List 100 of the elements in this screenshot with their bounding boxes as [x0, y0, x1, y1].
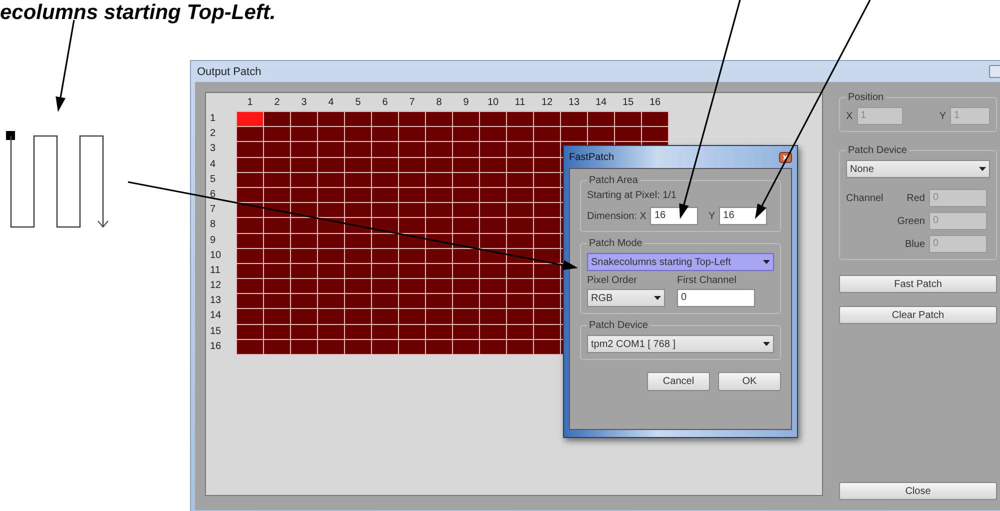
grid-cell[interactable] [399, 188, 425, 202]
grid-cell[interactable] [372, 234, 398, 248]
grid-cell[interactable] [237, 234, 263, 248]
grid-cell[interactable] [453, 142, 479, 157]
grid-cell[interactable] [345, 309, 371, 324]
grid-cell[interactable] [318, 248, 344, 263]
grid-cell[interactable] [291, 248, 317, 263]
grid-cell[interactable] [507, 309, 533, 324]
grid-cell[interactable] [291, 309, 317, 324]
grid-cell[interactable] [264, 324, 290, 339]
grid-cell[interactable] [426, 248, 452, 263]
pixel-order-dropdown[interactable]: RGB [587, 289, 665, 307]
grid-cell[interactable] [372, 248, 398, 263]
grid-cell[interactable] [345, 203, 371, 218]
grid-cell[interactable] [426, 203, 452, 218]
grid-cell[interactable] [426, 294, 452, 308]
grid-cell[interactable] [534, 294, 560, 308]
text-field[interactable]: 16 [650, 207, 698, 225]
grid-cell[interactable] [642, 127, 668, 142]
grid-cell[interactable] [480, 172, 506, 187]
grid-cell[interactable] [237, 142, 263, 157]
grid-cell[interactable] [615, 127, 641, 142]
grid-cell[interactable] [291, 279, 317, 294]
grid-cell[interactable] [237, 218, 263, 232]
grid-cell[interactable] [264, 264, 290, 278]
grid-cell[interactable] [372, 309, 398, 324]
grid-cell[interactable] [534, 324, 560, 339]
grid-cell[interactable] [480, 142, 506, 157]
grid-cell[interactable] [291, 203, 317, 218]
grid-cell[interactable] [399, 218, 425, 232]
action-button[interactable]: Clear Patch [839, 306, 997, 324]
grid-cell[interactable] [372, 142, 398, 157]
grid-cell[interactable] [399, 112, 425, 126]
grid-cell[interactable] [264, 142, 290, 157]
grid-cell[interactable] [480, 188, 506, 202]
grid-cell[interactable] [345, 248, 371, 263]
grid-cell[interactable] [264, 248, 290, 263]
grid-cell[interactable] [507, 188, 533, 202]
grid-cell[interactable] [453, 309, 479, 324]
grid-cell[interactable] [291, 112, 317, 126]
grid-cell[interactable] [588, 112, 614, 126]
grid-cell[interactable] [399, 158, 425, 172]
grid-cell[interactable] [426, 340, 452, 354]
grid-cell[interactable] [480, 234, 506, 248]
grid-cell[interactable] [318, 340, 344, 354]
grid-cell[interactable] [372, 112, 398, 126]
grid-cell[interactable] [534, 309, 560, 324]
grid-cell[interactable] [318, 158, 344, 172]
grid-cell[interactable] [318, 279, 344, 294]
grid-cell[interactable] [318, 188, 344, 202]
grid-cell[interactable] [453, 340, 479, 354]
grid-cell[interactable] [588, 127, 614, 142]
grid-cell[interactable] [291, 142, 317, 157]
grid-cell[interactable] [426, 142, 452, 157]
grid-cell[interactable] [480, 218, 506, 232]
grid-cell[interactable] [399, 340, 425, 354]
grid-cell[interactable] [480, 294, 506, 308]
grid-cell[interactable] [237, 172, 263, 187]
grid-cell[interactable] [318, 203, 344, 218]
grid-cell[interactable] [453, 248, 479, 263]
grid-cell[interactable] [264, 172, 290, 187]
grid-cell[interactable] [264, 188, 290, 202]
grid-cell[interactable] [399, 309, 425, 324]
text-field[interactable]: 16 [719, 207, 768, 225]
grid-cell[interactable] [426, 172, 452, 187]
grid-cell[interactable] [318, 127, 344, 142]
grid-cell[interactable] [318, 142, 344, 157]
grid-cell[interactable] [507, 340, 533, 354]
grid-cell[interactable] [507, 279, 533, 294]
grid-cell[interactable] [480, 309, 506, 324]
grid-cell[interactable] [372, 172, 398, 187]
grid-cell[interactable] [426, 264, 452, 278]
grid-cell[interactable] [561, 112, 587, 126]
grid-cell[interactable] [318, 172, 344, 187]
grid-cell[interactable] [534, 234, 560, 248]
grid-cell[interactable] [399, 264, 425, 278]
grid-cell[interactable] [399, 172, 425, 187]
grid-cell[interactable] [264, 234, 290, 248]
mode-dropdown[interactable]: Snakecolumns starting Top-Left [587, 253, 774, 271]
grid-cell[interactable] [534, 127, 560, 142]
grid-cell[interactable] [345, 112, 371, 126]
grid-cell[interactable] [453, 172, 479, 187]
grid-cell[interactable] [345, 188, 371, 202]
grid-cell[interactable] [264, 294, 290, 308]
grid-cell[interactable] [291, 294, 317, 308]
grid-cell[interactable] [318, 234, 344, 248]
grid-cell[interactable] [534, 203, 560, 218]
grid-cell[interactable] [507, 112, 533, 126]
dialog-button[interactable]: Cancel [647, 372, 710, 391]
grid-cell[interactable] [264, 340, 290, 354]
grid-cell[interactable] [480, 127, 506, 142]
grid-cell[interactable] [237, 248, 263, 263]
grid-cell[interactable] [507, 142, 533, 157]
grid-cell[interactable] [345, 340, 371, 354]
grid-cell[interactable] [453, 234, 479, 248]
grid-cell[interactable] [534, 142, 560, 157]
device-dropdown[interactable]: None [846, 160, 990, 178]
grid-cell[interactable] [561, 127, 587, 142]
grid-cell[interactable] [534, 158, 560, 172]
grid-cell[interactable] [237, 188, 263, 202]
